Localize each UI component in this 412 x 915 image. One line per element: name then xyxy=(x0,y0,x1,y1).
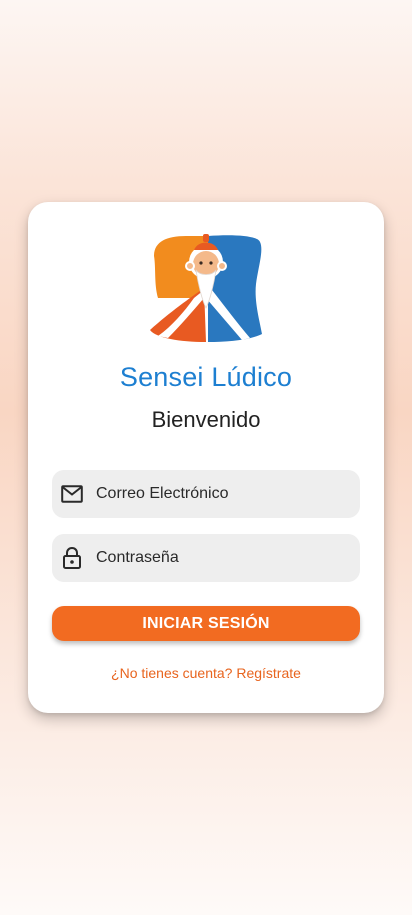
login-button[interactable]: INICIAR SESIÓN xyxy=(52,606,360,641)
mail-icon xyxy=(61,483,83,505)
register-link[interactable]: ¿No tienes cuenta? Regístrate xyxy=(28,665,384,681)
sensei-logo-icon xyxy=(146,228,266,344)
login-card: Sensei Lúdico Bienvenido INICIAR SESIÓN … xyxy=(28,202,384,713)
app-title: Sensei Lúdico xyxy=(119,362,293,392)
welcome-heading: Bienvenido xyxy=(151,407,261,432)
email-input[interactable] xyxy=(96,485,336,503)
password-field[interactable] xyxy=(52,534,360,582)
lock-icon xyxy=(61,547,83,569)
email-field[interactable] xyxy=(52,470,360,518)
password-input[interactable] xyxy=(96,549,336,567)
